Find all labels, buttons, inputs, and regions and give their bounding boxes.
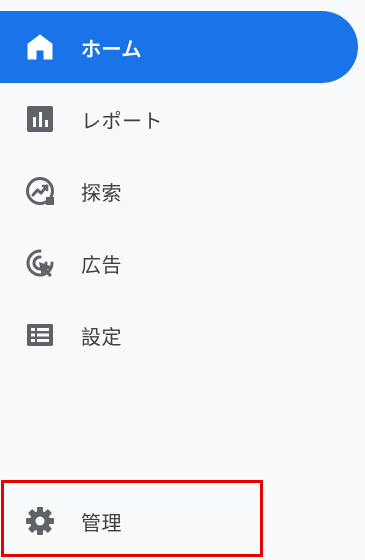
sidebar-item-admin[interactable]: 管理 [0, 485, 260, 557]
gear-icon [24, 505, 56, 537]
sidebar-item-reports[interactable]: レポート [0, 83, 300, 155]
sidebar-item-advertising[interactable]: 広告 [0, 227, 300, 299]
sidebar-item-label: 設定 [81, 324, 122, 349]
sidebar-item-label: 管理 [81, 510, 122, 535]
sidebar-item-label: 探索 [81, 180, 122, 205]
sidebar-item-label: 広告 [81, 252, 122, 277]
sidebar-item-configure[interactable]: 設定 [0, 299, 300, 371]
home-icon [24, 31, 56, 63]
explore-chart-icon [24, 175, 56, 207]
sidebar-nav: ホーム レポート 探索 広告 設定 管理 [0, 0, 365, 560]
sidebar-item-label: ホーム [81, 36, 142, 61]
sidebar-item-explore[interactable]: 探索 [0, 155, 300, 227]
bar-chart-icon [24, 103, 56, 135]
sidebar-item-label: レポート [81, 108, 163, 133]
sidebar-item-home[interactable]: ホーム [0, 11, 358, 83]
cursor-target-icon [24, 247, 56, 279]
list-icon [24, 319, 56, 351]
